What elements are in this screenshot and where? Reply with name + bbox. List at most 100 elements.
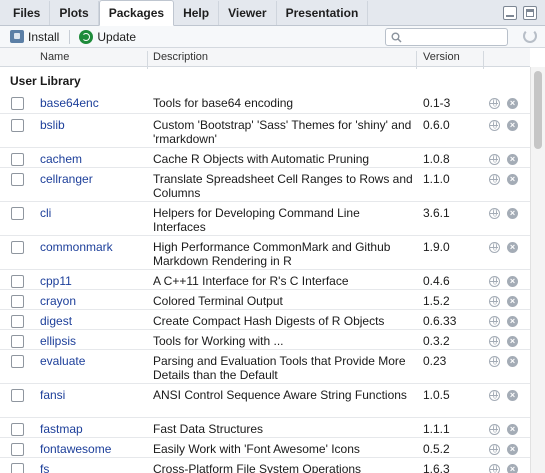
load-package-checkbox[interactable] (11, 207, 24, 220)
column-header-name[interactable]: Name (40, 51, 69, 63)
remove-package-icon[interactable]: × (507, 316, 518, 327)
search-icon (391, 32, 402, 43)
package-name-link[interactable]: digest (40, 314, 72, 328)
browse-website-icon[interactable] (489, 154, 500, 165)
package-name-link[interactable]: cli (40, 206, 51, 220)
table-row: commonmark High Performance CommonMark an… (0, 236, 530, 270)
maximize-pane-icon[interactable] (523, 6, 537, 20)
package-name-link[interactable]: fastmap (40, 422, 83, 436)
remove-package-icon[interactable]: × (507, 276, 518, 287)
package-name-link[interactable]: fs (40, 462, 49, 473)
load-package-checkbox[interactable] (11, 389, 24, 402)
scrollbar-thumb[interactable] (534, 71, 542, 149)
browse-website-icon[interactable] (489, 444, 500, 455)
browse-website-icon[interactable] (489, 356, 500, 367)
browse-website-icon[interactable] (489, 316, 500, 327)
toolbar-separator (69, 29, 71, 44)
tab-viewer[interactable]: Viewer (219, 1, 277, 25)
tab-presentation[interactable]: Presentation (277, 1, 369, 25)
install-button[interactable]: Install (10, 30, 69, 44)
package-name-link[interactable]: cachem (40, 152, 82, 166)
packages-toolbar: Install Update (0, 26, 545, 48)
package-description: Helpers for Developing Command Line Inte… (153, 206, 360, 234)
load-package-checkbox[interactable] (11, 97, 24, 110)
package-name-link[interactable]: base64enc (40, 96, 99, 110)
package-name-link[interactable]: fontawesome (40, 442, 111, 456)
remove-package-icon[interactable]: × (507, 464, 518, 473)
tab-plots[interactable]: Plots (50, 1, 99, 25)
package-name-link[interactable]: evaluate (40, 354, 85, 368)
load-package-checkbox[interactable] (11, 463, 24, 473)
table-row: cli Helpers for Developing Command Line I… (0, 202, 530, 236)
remove-package-icon[interactable]: × (507, 154, 518, 165)
browse-website-icon[interactable] (489, 120, 500, 131)
remove-package-icon[interactable]: × (507, 336, 518, 347)
package-name-link[interactable]: crayon (40, 294, 76, 308)
browse-website-icon[interactable] (489, 208, 500, 219)
update-button[interactable]: Update (79, 29, 146, 44)
browse-website-icon[interactable] (489, 296, 500, 307)
table-row: digest Create Compact Hash Digests of R O… (0, 310, 530, 330)
package-version: 0.6.0 (423, 118, 450, 132)
remove-package-icon[interactable]: × (507, 242, 518, 253)
package-description: Create Compact Hash Digests of R Objects (153, 314, 385, 328)
package-description: Colored Terminal Output (153, 294, 283, 308)
remove-package-icon[interactable]: × (507, 444, 518, 455)
install-label: Install (28, 29, 60, 44)
remove-package-icon[interactable]: × (507, 356, 518, 367)
tab-packages[interactable]: Packages (98, 0, 175, 26)
load-package-checkbox[interactable] (11, 315, 24, 328)
package-version: 0.23 (423, 354, 447, 368)
browse-website-icon[interactable] (489, 424, 500, 435)
remove-package-icon[interactable]: × (507, 98, 518, 109)
load-package-checkbox[interactable] (11, 423, 24, 436)
load-package-checkbox[interactable] (11, 295, 24, 308)
browse-website-icon[interactable] (489, 98, 500, 109)
browse-website-icon[interactable] (489, 276, 500, 287)
load-package-checkbox[interactable] (11, 119, 24, 132)
package-name-link[interactable]: commonmark (40, 240, 113, 254)
package-name-link[interactable]: cellranger (40, 172, 93, 186)
column-header-description[interactable]: Description (153, 51, 208, 63)
remove-package-icon[interactable]: × (507, 390, 518, 401)
table-row: fs Cross-Platform File System Operations 1… (0, 458, 530, 473)
load-package-checkbox[interactable] (11, 355, 24, 368)
browse-website-icon[interactable] (489, 390, 500, 401)
load-package-checkbox[interactable] (11, 153, 24, 166)
package-name-link[interactable]: ellipsis (40, 334, 76, 348)
package-name-link[interactable]: fansi (40, 388, 65, 402)
remove-package-icon[interactable]: × (507, 208, 518, 219)
package-description: Translate Spreadsheet Cell Ranges to Row… (153, 172, 413, 200)
package-name-link[interactable]: cpp11 (40, 274, 72, 288)
tab-help[interactable]: Help (174, 1, 220, 25)
remove-package-icon[interactable]: × (507, 120, 518, 131)
vertical-scrollbar[interactable] (530, 67, 545, 473)
package-version: 1.0.8 (423, 152, 450, 166)
browse-website-icon[interactable] (489, 464, 500, 473)
table-row: fontawesome Easily Work with 'Font Awesom… (0, 438, 530, 458)
package-description: High Performance CommonMark and Github M… (153, 240, 391, 268)
load-package-checkbox[interactable] (11, 275, 24, 288)
package-name-link[interactable]: bslib (40, 118, 65, 132)
load-package-checkbox[interactable] (11, 173, 24, 186)
minimize-pane-icon[interactable] (503, 6, 517, 20)
package-version: 0.1-3 (423, 96, 451, 110)
package-version: 0.3.2 (423, 334, 450, 348)
remove-package-icon[interactable]: × (507, 424, 518, 435)
table-row: crayon Colored Terminal Output 1.5.2 × (0, 290, 530, 310)
refresh-icon[interactable] (523, 29, 537, 43)
remove-package-icon[interactable]: × (507, 296, 518, 307)
browse-website-icon[interactable] (489, 242, 500, 253)
search-input[interactable] (405, 31, 505, 43)
tab-files[interactable]: Files (4, 1, 51, 25)
column-divider (147, 51, 148, 69)
update-icon (79, 29, 94, 44)
package-search-box[interactable] (385, 28, 508, 46)
load-package-checkbox[interactable] (11, 443, 24, 456)
column-header-version[interactable]: Version (423, 51, 460, 63)
load-package-checkbox[interactable] (11, 335, 24, 348)
browse-website-icon[interactable] (489, 336, 500, 347)
load-package-checkbox[interactable] (11, 241, 24, 254)
remove-package-icon[interactable]: × (507, 174, 518, 185)
browse-website-icon[interactable] (489, 174, 500, 185)
